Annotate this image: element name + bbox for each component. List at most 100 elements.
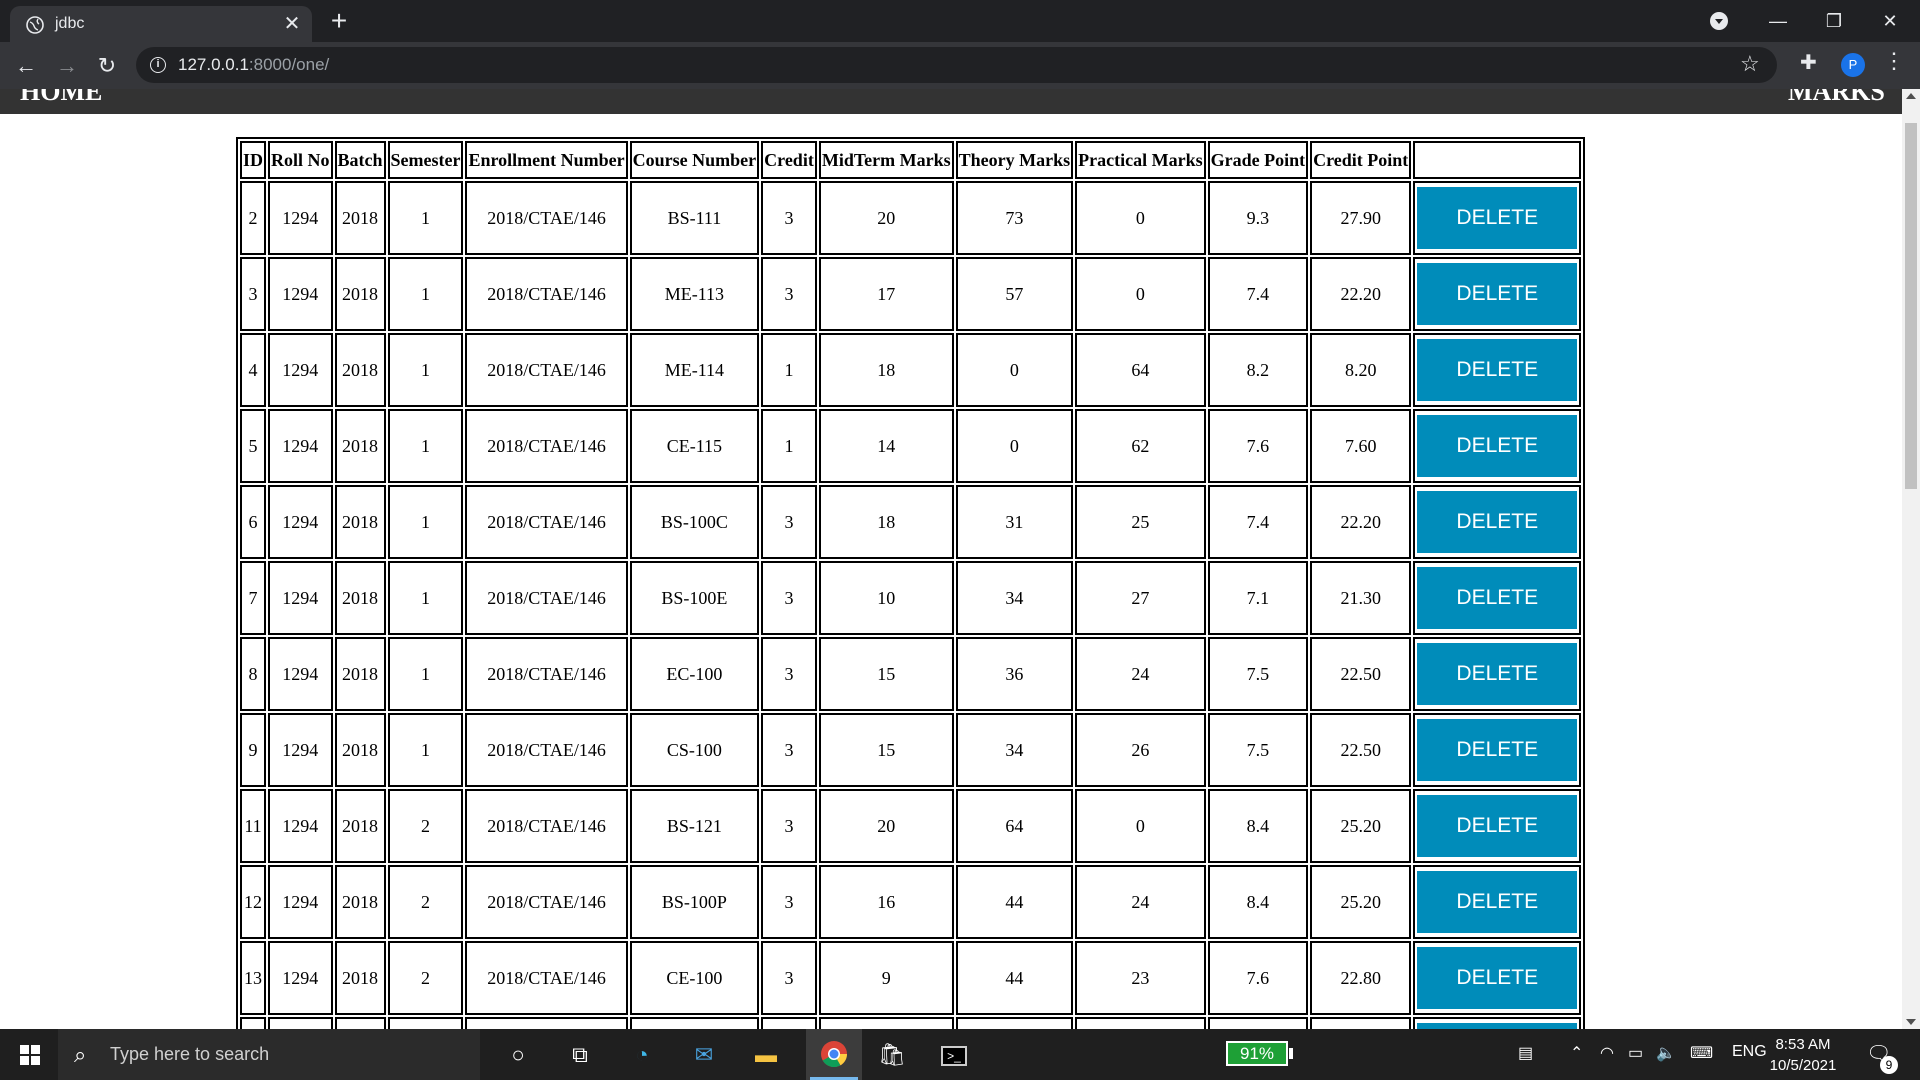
table-cell: 4	[240, 333, 267, 407]
nav-link-marks[interactable]: MARKS	[1788, 89, 1885, 107]
table-cell: 22.20	[1310, 257, 1412, 331]
table-cell: 1294	[268, 257, 333, 331]
table-row: 3 1294 2018 1 2018/CTAE/146 ME-113 3 17 57 0 7.4 22…	[240, 257, 1582, 331]
table-row: DELETE	[240, 1017, 1582, 1029]
minimize-icon[interactable]: —	[1750, 0, 1806, 42]
table-cell: 7.4	[1207, 485, 1309, 559]
table-cell: 1294	[268, 333, 333, 407]
cortana-circle-icon[interactable]: ○	[500, 1037, 536, 1073]
delete-button[interactable]: DELETE	[1417, 187, 1578, 249]
table-cell: 1294	[268, 637, 333, 711]
table-cell: 25	[1075, 485, 1206, 559]
delete-button[interactable]: DELETE	[1417, 339, 1578, 401]
url-path: :8000/one/	[248, 55, 330, 74]
delete-button[interactable]: DELETE	[1417, 491, 1578, 553]
table-cell: 3	[240, 257, 267, 331]
back-arrow-icon[interactable]: ←	[10, 50, 42, 82]
task-view-icon[interactable]: ⧉	[562, 1037, 598, 1073]
nav-link-home[interactable]: HOME	[20, 89, 102, 107]
browser-tab[interactable]: jdbc ✕	[10, 6, 312, 42]
site-info-icon[interactable]: i	[150, 57, 166, 73]
extensions-puzzle-icon[interactable]: ✚	[1800, 50, 1817, 75]
action-cell: DELETE	[1413, 485, 1582, 559]
reload-icon[interactable]: ↻	[91, 50, 123, 82]
taskbar-search-box[interactable]: ⌕ Type here to search	[58, 1029, 480, 1080]
page-scrollbar[interactable]	[1902, 89, 1920, 1029]
table-cell: 18	[818, 485, 954, 559]
forward-arrow-icon[interactable]: →	[51, 50, 83, 82]
table-row: 2 1294 2018 1 2018/CTAE/146 BS-111 3 20 73 0 9.3 27…	[240, 181, 1582, 255]
delete-button[interactable]: DELETE	[1417, 263, 1578, 325]
table-cell: 57	[955, 257, 1074, 331]
wifi-icon[interactable]: ◠	[1600, 1043, 1614, 1063]
bookmark-star-icon[interactable]: ☆	[1740, 51, 1760, 77]
delete-button[interactable]: DELETE	[1417, 795, 1578, 857]
table-row: 6 1294 2018 1 2018/CTAE/146 BS-100C 3 18 31 25 7.4…	[240, 485, 1582, 559]
close-tab-icon[interactable]: ✕	[280, 12, 304, 36]
windows-start-icon[interactable]	[20, 1045, 40, 1065]
table-cell: 64	[955, 789, 1074, 863]
table-cell: 44	[955, 865, 1074, 939]
store-bag-icon[interactable]: 🛍	[874, 1037, 910, 1073]
scrollbar-thumb[interactable]	[1905, 123, 1917, 489]
table-cell: 36	[955, 637, 1074, 711]
table-cell	[629, 1017, 760, 1029]
table-cell	[1310, 1017, 1412, 1029]
table-row: 13 1294 2018 2 2018/CTAE/146 CE-100 3 9 44 23 7.6 2…	[240, 941, 1582, 1015]
battery-indicator[interactable]: 91%	[1226, 1041, 1293, 1066]
terminal-icon[interactable]: >_	[936, 1037, 972, 1073]
table-cell: 1294	[268, 561, 333, 635]
table-cell: 8	[240, 637, 267, 711]
volume-icon[interactable]: 🔈	[1656, 1043, 1676, 1063]
action-cell: DELETE	[1413, 637, 1582, 711]
table-cell: 2	[240, 181, 267, 255]
table-cell: 8.4	[1207, 865, 1309, 939]
table-row: 5 1294 2018 1 2018/CTAE/146 CE-115 1 14 0 62 7.6 7.…	[240, 409, 1582, 483]
column-header: Enrollment Number	[465, 141, 628, 179]
search-icon: ⌕	[74, 1042, 87, 1067]
table-cell: 62	[1075, 409, 1206, 483]
table-cell: 25.20	[1310, 789, 1412, 863]
system-clock[interactable]: 8:53 AM 10/5/2021	[1758, 1034, 1848, 1076]
browser-menu-icon[interactable]: ⋮	[1882, 48, 1906, 74]
chrome-taskbar-icon[interactable]	[806, 1029, 862, 1080]
url-text[interactable]: 127.0.0.1:8000/one/	[178, 55, 329, 75]
table-cell: 2018	[334, 713, 386, 787]
address-bar[interactable]: i 127.0.0.1:8000/one/ ☆	[136, 47, 1777, 83]
table-cell: 2	[387, 941, 464, 1015]
delete-button[interactable]: DELETE	[1417, 947, 1578, 1009]
delete-button[interactable]: DELETE	[1417, 871, 1578, 933]
delete-button[interactable]: DELETE	[1417, 719, 1578, 781]
profile-avatar[interactable]: P	[1841, 53, 1865, 77]
table-cell: 2018	[334, 865, 386, 939]
clock-date: 10/5/2021	[1769, 1057, 1837, 1074]
keyboard-icon[interactable]: ⌨	[1690, 1043, 1713, 1063]
show-hidden-icons-chevron-icon[interactable]: ⌃	[1570, 1043, 1583, 1063]
table-cell: 0	[1075, 181, 1206, 255]
edge-browser-icon[interactable]: ◔	[624, 1037, 660, 1073]
table-cell: 7	[240, 561, 267, 635]
table-cell: 2018/CTAE/146	[465, 941, 628, 1015]
delete-button[interactable]: DELETE	[1417, 567, 1578, 629]
delete-button[interactable]: DELETE	[1417, 643, 1578, 705]
table-cell: CS-100	[629, 713, 760, 787]
mail-icon[interactable]: ✉	[686, 1037, 722, 1073]
file-explorer-icon[interactable]: ▬	[748, 1037, 784, 1073]
table-cell	[387, 1017, 464, 1029]
delete-button[interactable]: DELETE	[1417, 415, 1578, 477]
tab-search-icon[interactable]	[1710, 12, 1728, 30]
table-row: 12 1294 2018 2 2018/CTAE/146 BS-100P 3 16 44 24 8.…	[240, 865, 1582, 939]
new-tab-button[interactable]: +	[324, 6, 354, 36]
battery-tray-icon[interactable]: ▭	[1628, 1043, 1643, 1063]
table-cell: 17	[818, 257, 954, 331]
table-cell: 1	[761, 409, 817, 483]
table-cell: 2018/CTAE/146	[465, 409, 628, 483]
scroll-up-arrow-icon[interactable]	[1906, 93, 1916, 99]
table-cell: 8.4	[1207, 789, 1309, 863]
table-cell: 1	[387, 637, 464, 711]
news-widget-icon[interactable]: ▤	[1518, 1043, 1533, 1063]
scroll-down-arrow-icon[interactable]	[1906, 1019, 1916, 1025]
table-cell: 3	[761, 181, 817, 255]
close-window-icon[interactable]: ✕	[1862, 0, 1918, 42]
restore-icon[interactable]: ❐	[1806, 0, 1862, 42]
